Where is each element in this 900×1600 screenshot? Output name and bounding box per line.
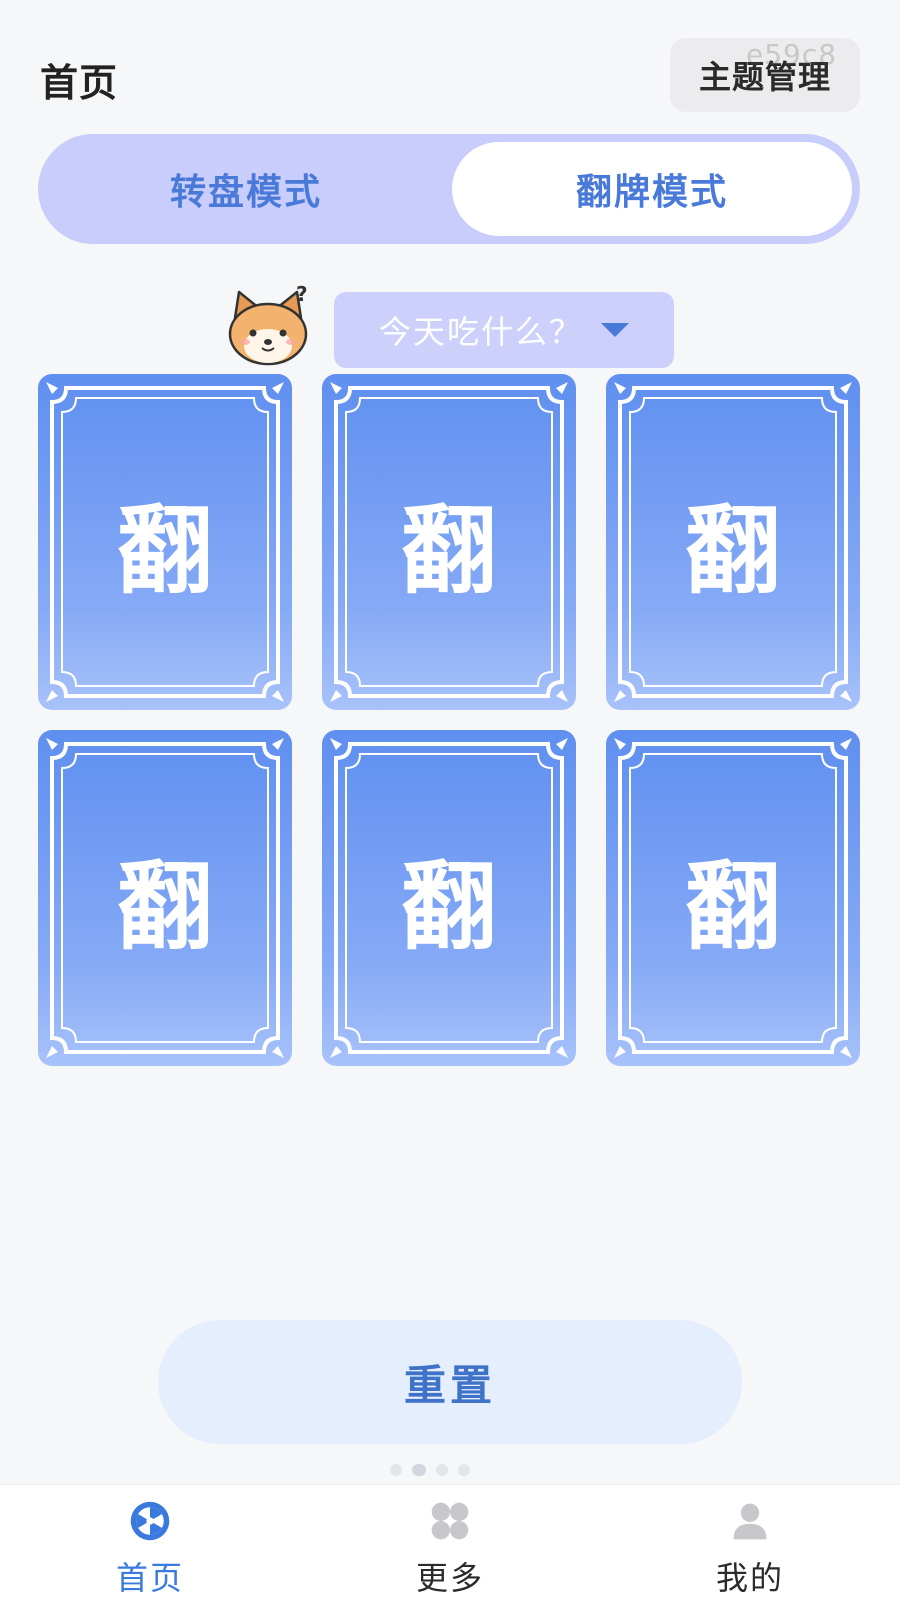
tab-home-label: 首页 xyxy=(115,1559,184,1597)
page-title: 首页 xyxy=(40,61,119,105)
tab-home[interactable]: 首页 xyxy=(60,1499,240,1599)
bottom-tab-bar: 首页 更多 我的 xyxy=(0,1484,900,1600)
mode-switch: 转盘模式 翻牌模式 xyxy=(38,134,860,244)
reset-button[interactable]: 重置 xyxy=(158,1320,742,1444)
flip-card[interactable]: 翻 xyxy=(322,730,576,1066)
card-label: 翻 xyxy=(685,850,781,963)
page-indicator xyxy=(390,1464,470,1476)
question-row: ? 今天吃什么？ xyxy=(0,282,900,368)
tab-more-label: 更多 xyxy=(415,1559,484,1597)
flip-card[interactable]: 翻 xyxy=(38,730,292,1066)
question-dropdown[interactable]: 今天吃什么？ xyxy=(334,292,674,368)
tab-mine-label: 我的 xyxy=(715,1559,784,1597)
page-dot xyxy=(436,1464,448,1476)
flip-card[interactable]: 翻 xyxy=(606,730,860,1066)
card-label: 翻 xyxy=(401,850,497,963)
watermark-text: e59c8 xyxy=(746,38,838,71)
card-label: 翻 xyxy=(401,494,497,607)
tab-wheel-mode[interactable]: 转盘模式 xyxy=(46,142,446,236)
flip-card[interactable]: 翻 xyxy=(606,374,860,710)
flip-card[interactable]: 翻 xyxy=(322,374,576,710)
header: 首页 主题管理 e59c8 xyxy=(0,0,900,130)
page-dot xyxy=(390,1464,402,1476)
flip-card[interactable]: 翻 xyxy=(38,374,292,710)
user-icon xyxy=(733,1503,767,1540)
tab-more[interactable]: 更多 xyxy=(360,1499,540,1599)
tab-mine[interactable]: 我的 xyxy=(660,1499,840,1599)
question-selected-value: 今天吃什么？ xyxy=(378,313,583,351)
tab-flip-mode[interactable]: 翻牌模式 xyxy=(452,142,852,236)
card-label: 翻 xyxy=(117,850,213,963)
page-dot xyxy=(458,1464,470,1476)
grid-clover-icon xyxy=(431,1502,469,1540)
wheel-icon xyxy=(130,1501,170,1541)
card-label: 翻 xyxy=(685,494,781,607)
page-dot-active xyxy=(412,1464,426,1476)
chevron-down-icon xyxy=(601,323,629,337)
question-mark: ? xyxy=(296,282,308,306)
card-label: 翻 xyxy=(117,494,213,607)
